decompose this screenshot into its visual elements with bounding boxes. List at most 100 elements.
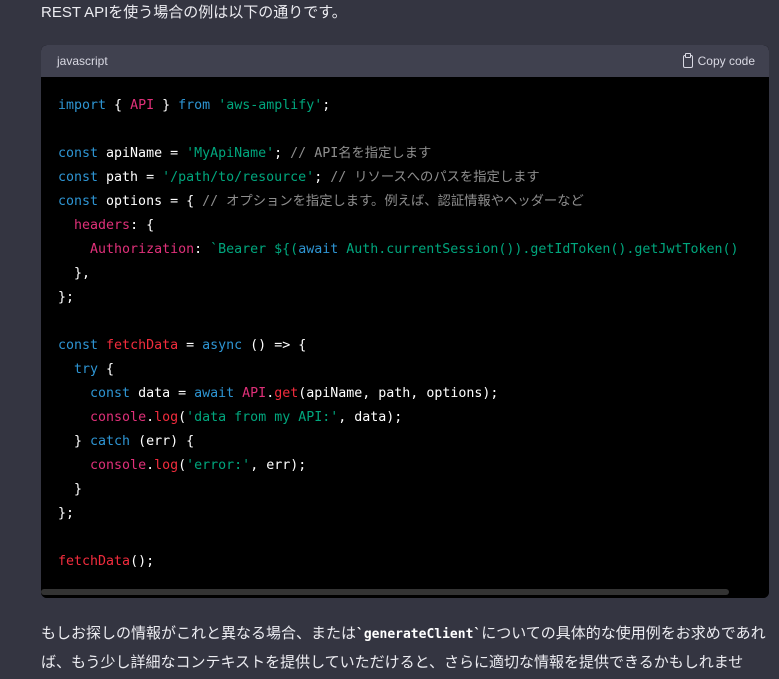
clipboard-icon bbox=[682, 52, 693, 68]
code-token: log bbox=[154, 458, 179, 473]
code-token: }; bbox=[58, 290, 75, 305]
code-line: }; bbox=[58, 286, 769, 310]
code-token: fetchData bbox=[58, 554, 131, 569]
code-token: await bbox=[194, 386, 235, 401]
code-token: await bbox=[298, 242, 339, 257]
code-token: fetchData bbox=[106, 338, 179, 353]
code-line: fetchData(); bbox=[58, 550, 769, 574]
code-line: Authorization: `Bearer ${(await Auth.cur… bbox=[58, 238, 769, 262]
code-token: ; bbox=[274, 146, 291, 161]
inline-code-generate-client: `generateClient` bbox=[356, 627, 482, 642]
code-token: get bbox=[274, 386, 299, 401]
code-line: } catch (err) { bbox=[58, 430, 769, 454]
code-token: 'data from my API:' bbox=[186, 410, 339, 425]
code-token: } bbox=[58, 482, 83, 497]
code-line: const options = { // オプションを指定します。例えば、認証情… bbox=[58, 190, 769, 214]
code-token: API bbox=[130, 98, 155, 113]
code-token: const bbox=[58, 194, 99, 209]
code-header: javascript Copy code bbox=[41, 45, 769, 77]
code-content[interactable]: import { API } from 'aws-amplify'; const … bbox=[41, 77, 769, 585]
code-token: }; bbox=[58, 506, 75, 521]
copy-code-button[interactable]: Copy code bbox=[682, 52, 755, 70]
code-line: }, bbox=[58, 262, 769, 286]
code-token: 'error:' bbox=[186, 458, 251, 473]
outro-text-before: もしお探しの情報がこれと異なる場合、または bbox=[41, 625, 357, 642]
code-token: ; bbox=[322, 98, 331, 113]
code-token: 'aws-amplify' bbox=[218, 98, 323, 113]
code-token: { bbox=[98, 362, 115, 377]
code-line: const apiName = 'MyApiName'; // API名を指定し… bbox=[58, 142, 769, 166]
code-line: const path = '/path/to/resource'; // リソー… bbox=[58, 166, 769, 190]
code-text: import { API } from 'aws-amplify'; const … bbox=[41, 77, 769, 574]
code-token: from bbox=[178, 98, 211, 113]
code-token: ( bbox=[178, 458, 187, 473]
code-token: const bbox=[58, 170, 99, 185]
code-token: `Bearer ${( bbox=[210, 242, 299, 257]
code-token: { bbox=[106, 98, 131, 113]
code-token: } bbox=[58, 434, 91, 449]
code-token: headers bbox=[74, 218, 131, 233]
copy-code-label: Copy code bbox=[697, 54, 755, 68]
code-block: javascript Copy code import { API } from… bbox=[41, 45, 769, 598]
code-token: ( bbox=[178, 410, 187, 425]
code-token: const bbox=[90, 386, 131, 401]
code-line: headers: { bbox=[58, 214, 769, 238]
code-token: ; bbox=[314, 170, 331, 185]
code-token: import bbox=[58, 98, 107, 113]
code-token: const bbox=[58, 146, 99, 161]
code-token: apiName = bbox=[98, 146, 187, 161]
outro-text: もしお探しの情報がこれと異なる場合、または`generateClient`につい… bbox=[41, 620, 767, 679]
code-token: Authorization bbox=[90, 242, 195, 257]
code-token: : { bbox=[130, 218, 155, 233]
code-line: try { bbox=[58, 358, 769, 382]
code-line: } bbox=[58, 478, 769, 502]
code-token: catch bbox=[90, 434, 131, 449]
code-token: // リソースへのパスを指定します bbox=[330, 170, 540, 185]
code-token: // API名を指定します bbox=[290, 146, 432, 161]
code-token: . bbox=[146, 458, 155, 473]
code-token: async bbox=[202, 338, 243, 353]
code-token: , err); bbox=[250, 458, 307, 473]
code-token: // オプションを指定します。例えば、認証情報やヘッダーなど bbox=[202, 194, 584, 209]
code-line: }; bbox=[58, 502, 769, 526]
code-token: = bbox=[178, 338, 203, 353]
code-token: . bbox=[146, 410, 155, 425]
code-token: Auth.currentSession()).getIdToken().getJ… bbox=[338, 242, 739, 257]
code-line: const fetchData = async () => { bbox=[58, 334, 769, 358]
code-line: import { API } from 'aws-amplify'; bbox=[58, 94, 769, 118]
code-token: (apiName, path, options); bbox=[298, 386, 499, 401]
scrollbar-thumb[interactable] bbox=[41, 589, 729, 595]
code-token: } bbox=[154, 98, 179, 113]
code-token: try bbox=[74, 362, 99, 377]
code-token: API bbox=[242, 386, 267, 401]
code-token: (err) { bbox=[130, 434, 195, 449]
code-token: path = bbox=[98, 170, 163, 185]
code-token: console bbox=[90, 458, 147, 473]
intro-text: REST APIを使う場合の例は以下の通りです。 bbox=[41, 4, 347, 21]
code-token: log bbox=[154, 410, 179, 425]
code-token: data = bbox=[130, 386, 195, 401]
horizontal-scrollbar[interactable] bbox=[41, 586, 769, 598]
code-token: : bbox=[194, 242, 211, 257]
code-token: }, bbox=[58, 266, 91, 281]
code-token: (); bbox=[130, 554, 155, 569]
code-line: console.log('error:', err); bbox=[58, 454, 769, 478]
code-line: console.log('data from my API:', data); bbox=[58, 406, 769, 430]
code-language-label: javascript bbox=[57, 54, 108, 68]
code-token: , data); bbox=[338, 410, 403, 425]
code-token: '/path/to/resource' bbox=[162, 170, 315, 185]
code-token: options = { bbox=[98, 194, 203, 209]
code-token: () => { bbox=[242, 338, 307, 353]
code-token: const bbox=[58, 338, 99, 353]
